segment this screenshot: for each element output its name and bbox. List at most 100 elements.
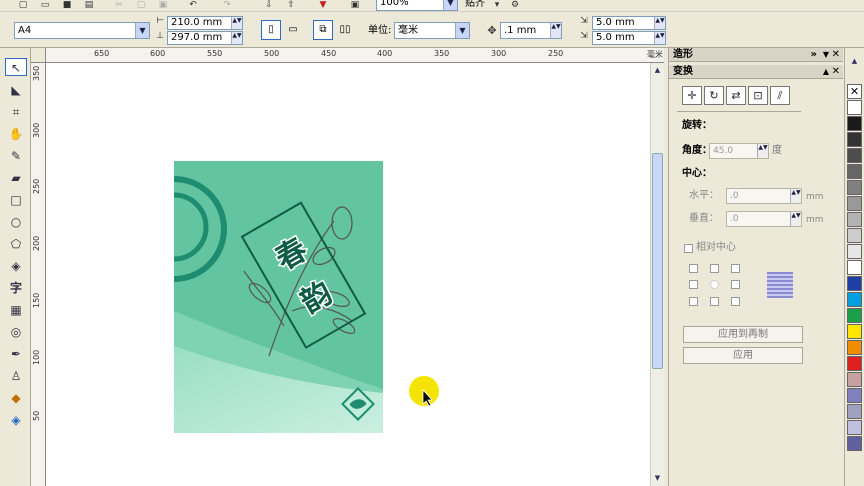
undo-icon[interactable]: ↶ [186,0,200,10]
print-icon[interactable]: ▤ [82,0,96,10]
center-x-input[interactable]: .0 ▲▼ [726,188,802,204]
application-launcher-icon[interactable]: ▼ [316,0,330,10]
color-swatch[interactable] [847,324,862,339]
paste-icon[interactable]: ▣ [156,0,170,10]
color-swatch[interactable] [847,132,862,147]
scrollbar-thumb[interactable] [652,153,663,369]
snap-to-menu[interactable]: 贴齐 [465,0,485,11]
vertical-scrollbar[interactable]: ▲ ▼ [650,63,664,486]
duplicate-y-input[interactable]: 5.0 mm ▲▼ [592,31,666,45]
color-swatch[interactable] [847,340,862,355]
close-icon[interactable]: ✕ [832,48,840,62]
apply-button[interactable]: 应用 [683,347,803,364]
color-swatch[interactable] [847,196,862,211]
scroll-down-icon[interactable]: ▼ [652,473,663,484]
color-swatch[interactable] [847,260,862,275]
chevron-down-icon[interactable]: ▼ [443,0,457,10]
document-page[interactable]: 春 韵 [174,161,383,433]
horizontal-ruler[interactable]: 650 600 550 500 450 400 350 300 250 毫米 [46,48,664,63]
size-tab[interactable]: ⊡ [748,86,768,105]
text-tool-icon[interactable]: 字 [5,279,27,297]
color-swatch[interactable] [847,420,862,435]
chevron-down-icon[interactable]: ▼ [823,48,829,62]
export-icon[interactable]: ⇧ [284,0,298,10]
chevron-down-icon[interactable]: ▼ [135,23,149,38]
relative-center-checkbox[interactable] [684,244,693,253]
chevron-down-icon[interactable]: ▾ [490,0,504,10]
redo-icon[interactable]: ↷ [220,0,234,10]
color-swatch[interactable] [847,180,862,195]
scale-mirror-tab[interactable]: ⇄ [726,86,746,105]
color-swatch[interactable] [847,436,862,451]
scroll-up-icon[interactable]: ▲ [652,65,663,76]
smart-fill-tool-icon[interactable]: ▰ [5,169,27,187]
table-tool-icon[interactable]: ▦ [5,301,27,319]
paper-size-select[interactable]: A4 ▼ [14,22,150,39]
options-icon[interactable]: ⚙ [508,0,522,10]
no-fill-swatch[interactable]: ✕ [847,84,862,99]
copy-icon[interactable]: ▢ [134,0,148,10]
color-swatch[interactable] [847,164,862,179]
current-page-button[interactable]: ▯▯ [335,20,355,40]
anchor-bottom-right[interactable] [731,297,740,306]
anchor-top-right[interactable] [731,264,740,273]
angle-spinner[interactable]: ▲▼ [757,144,768,158]
color-swatch[interactable] [847,116,862,131]
welcome-icon[interactable]: ▣ [348,0,362,10]
transform-docker-header[interactable]: 变换 ▲ ✕ [669,65,843,79]
open-file-icon[interactable]: ▭ [38,0,52,10]
color-swatch[interactable] [847,372,862,387]
color-swatch[interactable] [847,276,862,291]
color-swatch[interactable] [847,356,862,371]
cut-icon[interactable]: ✂ [112,0,126,10]
nudge-spinner[interactable]: ▲▼ [550,23,561,38]
vertical-ruler[interactable]: 350 300 250 200 150 100 50 [31,63,46,486]
anchor-center[interactable] [710,280,719,289]
anchor-bottom-center[interactable] [710,297,719,306]
new-file-icon[interactable]: ▢ [16,0,30,10]
dup-y-spinner[interactable]: ▲▼ [654,32,665,44]
color-swatch[interactable] [847,308,862,323]
nudge-distance-input[interactable]: .1 mm ▲▼ [500,22,562,39]
height-spinner[interactable]: ▲▼ [231,32,242,44]
page-width-input[interactable]: 210.0 mm ▲▼ [167,16,243,30]
anchor-top-center[interactable] [710,264,719,273]
palette-scroll-up-icon[interactable]: ▲ [849,56,860,67]
duplicate-x-input[interactable]: 5.0 mm ▲▼ [592,16,666,30]
expand-icon[interactable]: » [811,48,817,62]
interactive-fill-tool-icon[interactable]: ◈ [5,411,27,429]
color-swatch[interactable] [847,244,862,259]
crop-tool-icon[interactable]: ⌗ [5,103,27,121]
angle-input[interactable]: 45.0 ▲▼ [709,143,769,159]
center-y-input[interactable]: .0 ▲▼ [726,211,802,227]
color-swatch[interactable] [847,292,862,307]
fill-tool-icon[interactable]: ◆ [5,389,27,407]
ruler-corner[interactable] [31,48,46,63]
polygon-tool-icon[interactable]: ⬠ [5,235,27,253]
page-height-input[interactable]: 297.0 mm ▲▼ [167,31,243,45]
drawing-canvas[interactable]: 春 韵 [46,63,650,486]
freehand-tool-icon[interactable]: ✎ [5,147,27,165]
portrait-button[interactable]: ▯ [261,20,281,40]
shape-tool-icon[interactable]: ◣ [5,81,27,99]
position-tab[interactable]: ✛ [682,86,702,105]
color-swatch[interactable] [847,100,862,115]
close-icon[interactable]: ✕ [832,65,840,79]
rectangle-tool-icon[interactable]: □ [5,191,27,209]
color-swatch[interactable] [847,212,862,227]
basic-shapes-tool-icon[interactable]: ◈ [5,257,27,275]
anchor-middle-right[interactable] [731,280,740,289]
center-y-spinner[interactable]: ▲▼ [790,212,801,226]
color-swatch[interactable] [847,228,862,243]
units-select[interactable]: 毫米 ▼ [394,22,470,39]
eyedropper-tool-icon[interactable]: ✒ [5,345,27,363]
color-swatch[interactable] [847,404,862,419]
interactive-blend-tool-icon[interactable]: ◎ [5,323,27,341]
zoom-level-select[interactable]: 100% ▼ [376,0,458,11]
center-x-spinner[interactable]: ▲▼ [790,189,801,203]
apply-to-duplicate-button[interactable]: 应用到再制 [683,326,803,343]
shaping-docker-header[interactable]: 造形 » ▼ ✕ [669,48,843,62]
ellipse-tool-icon[interactable]: ○ [5,213,27,231]
skew-tab[interactable]: ⫽ [770,86,790,105]
rotate-tab[interactable]: ↻ [704,86,724,105]
